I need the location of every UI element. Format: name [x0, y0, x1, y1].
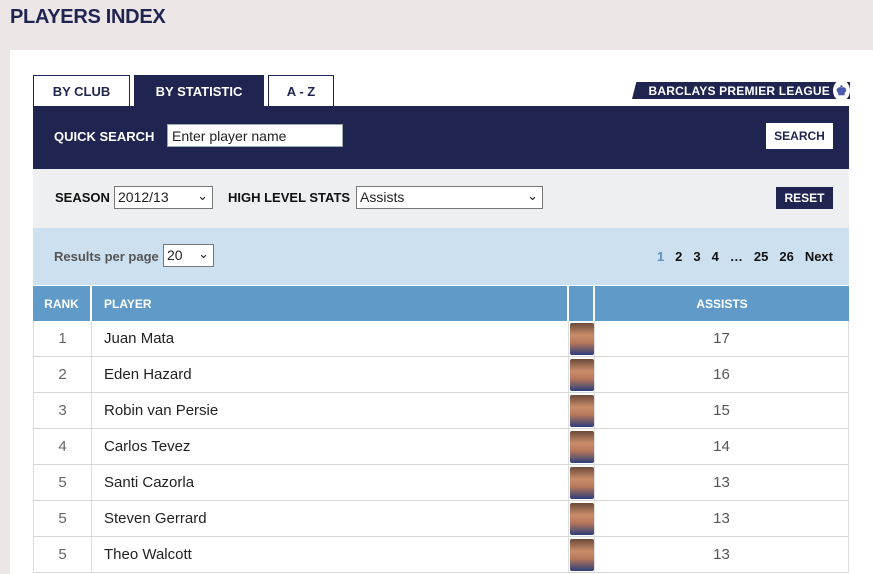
page-ellipsis: …	[729, 249, 743, 264]
pagination: 1 2 3 4 … 25 26 Next	[646, 249, 833, 264]
search-button[interactable]: SEARCH	[766, 123, 833, 149]
assists-cell: 13	[595, 501, 849, 536]
page-link-26[interactable]: 26	[779, 249, 793, 264]
season-value: 2012/13	[118, 189, 169, 205]
player-photo[interactable]	[569, 394, 594, 427]
rank-cell: 5	[33, 537, 92, 572]
tab-by-statistic[interactable]: BY STATISTIC	[134, 75, 264, 106]
player-name-link[interactable]: Robin van Persie	[92, 393, 569, 428]
player-photo[interactable]	[569, 430, 594, 463]
table-row: 3 Robin van Persie 15	[33, 393, 849, 429]
rank-cell: 3	[33, 393, 92, 428]
photo-header	[569, 286, 595, 321]
rank-cell: 5	[33, 501, 92, 536]
player-name-link[interactable]: Steven Gerrard	[92, 501, 569, 536]
player-name-link[interactable]: Juan Mata	[92, 321, 569, 356]
results-per-page-label: Results per page	[54, 249, 159, 264]
season-label: SEASON	[55, 190, 110, 205]
results-per-page-value: 20	[167, 247, 183, 263]
table-row: 1 Juan Mata 17	[33, 321, 849, 357]
quick-search-bar: QUICK SEARCH SEARCH	[33, 106, 849, 169]
table-row: 5 Santi Cazorla 13	[33, 465, 849, 501]
filter-bar: SEASON 2012/13 ⌄ HIGH LEVEL STATS Assist…	[33, 169, 849, 228]
page-link-3[interactable]: 3	[693, 249, 700, 264]
chevron-down-icon: ⌄	[197, 188, 208, 203]
player-name-link[interactable]: Eden Hazard	[92, 357, 569, 392]
photo-cell	[569, 429, 595, 464]
assists-cell: 17	[595, 321, 849, 356]
lion-icon: ♚	[833, 82, 850, 99]
photo-cell	[569, 321, 595, 356]
photo-cell	[569, 537, 595, 572]
player-header[interactable]: PLAYER	[92, 286, 569, 321]
table-row: 2 Eden Hazard 16	[33, 357, 849, 393]
player-name-link[interactable]: Santi Cazorla	[92, 465, 569, 500]
stats-select[interactable]: Assists ⌄	[356, 186, 543, 209]
table-header: RANK PLAYER ASSISTS	[33, 286, 849, 321]
page-link-25[interactable]: 25	[754, 249, 768, 264]
tab-a-z[interactable]: A - Z	[268, 75, 334, 106]
stats-value: Assists	[360, 189, 405, 205]
photo-cell	[569, 465, 595, 500]
player-name-link[interactable]: Theo Walcott	[92, 537, 569, 572]
page-link-2[interactable]: 2	[675, 249, 682, 264]
logo-text: BARCLAYS PREMIER LEAGUE	[648, 83, 830, 98]
table-row: 4 Carlos Tevez 14	[33, 429, 849, 465]
quick-search-label: QUICK SEARCH	[54, 129, 155, 144]
player-photo[interactable]	[569, 538, 594, 571]
next-page-link[interactable]: Next	[805, 249, 833, 264]
player-photo[interactable]	[569, 466, 594, 499]
high-level-stats-label: HIGH LEVEL STATS	[228, 190, 351, 205]
assists-table: RANK PLAYER ASSISTS 1 Juan Mata 17 2 Ede…	[33, 286, 849, 573]
assists-cell: 13	[595, 465, 849, 500]
rank-cell: 1	[33, 321, 92, 356]
rank-cell: 2	[33, 357, 92, 392]
rank-cell: 4	[33, 429, 92, 464]
chevron-down-icon: ⌄	[198, 246, 209, 261]
rank-header[interactable]: RANK	[33, 286, 92, 321]
players-index-panel: BY CLUB BY STATISTIC A - Z BARCLAYS PREM…	[10, 50, 873, 574]
season-select[interactable]: 2012/13 ⌄	[114, 186, 213, 209]
player-photo[interactable]	[569, 502, 594, 535]
photo-cell	[569, 357, 595, 392]
chevron-down-icon: ⌄	[527, 188, 538, 203]
reset-button[interactable]: RESET	[776, 187, 833, 209]
assists-cell: 15	[595, 393, 849, 428]
assists-cell: 16	[595, 357, 849, 392]
tab-bar: BY CLUB BY STATISTIC A - Z	[33, 75, 338, 106]
results-bar: Results per page 20 ⌄ 1 2 3 4 … 25 26 Ne…	[33, 228, 849, 285]
table-row: 5 Steven Gerrard 13	[33, 501, 849, 537]
assists-header[interactable]: ASSISTS	[595, 286, 849, 321]
player-name-link[interactable]: Carlos Tevez	[92, 429, 569, 464]
rank-cell: 5	[33, 465, 92, 500]
assists-cell: 13	[595, 537, 849, 572]
barclays-premier-league-logo: BARCLAYS PREMIER LEAGUE ♚	[632, 82, 850, 99]
player-photo[interactable]	[569, 322, 594, 355]
tab-by-club[interactable]: BY CLUB	[33, 75, 130, 106]
player-photo[interactable]	[569, 358, 594, 391]
page-link-4[interactable]: 4	[712, 249, 719, 264]
assists-cell: 14	[595, 429, 849, 464]
page-link-1[interactable]: 1	[657, 249, 664, 264]
page-title: PLAYERS INDEX	[10, 6, 166, 28]
table-row: 5 Theo Walcott 13	[33, 537, 849, 573]
results-per-page-select[interactable]: 20 ⌄	[163, 244, 214, 267]
photo-cell	[569, 393, 595, 428]
player-name-input[interactable]	[167, 124, 343, 147]
photo-cell	[569, 501, 595, 536]
